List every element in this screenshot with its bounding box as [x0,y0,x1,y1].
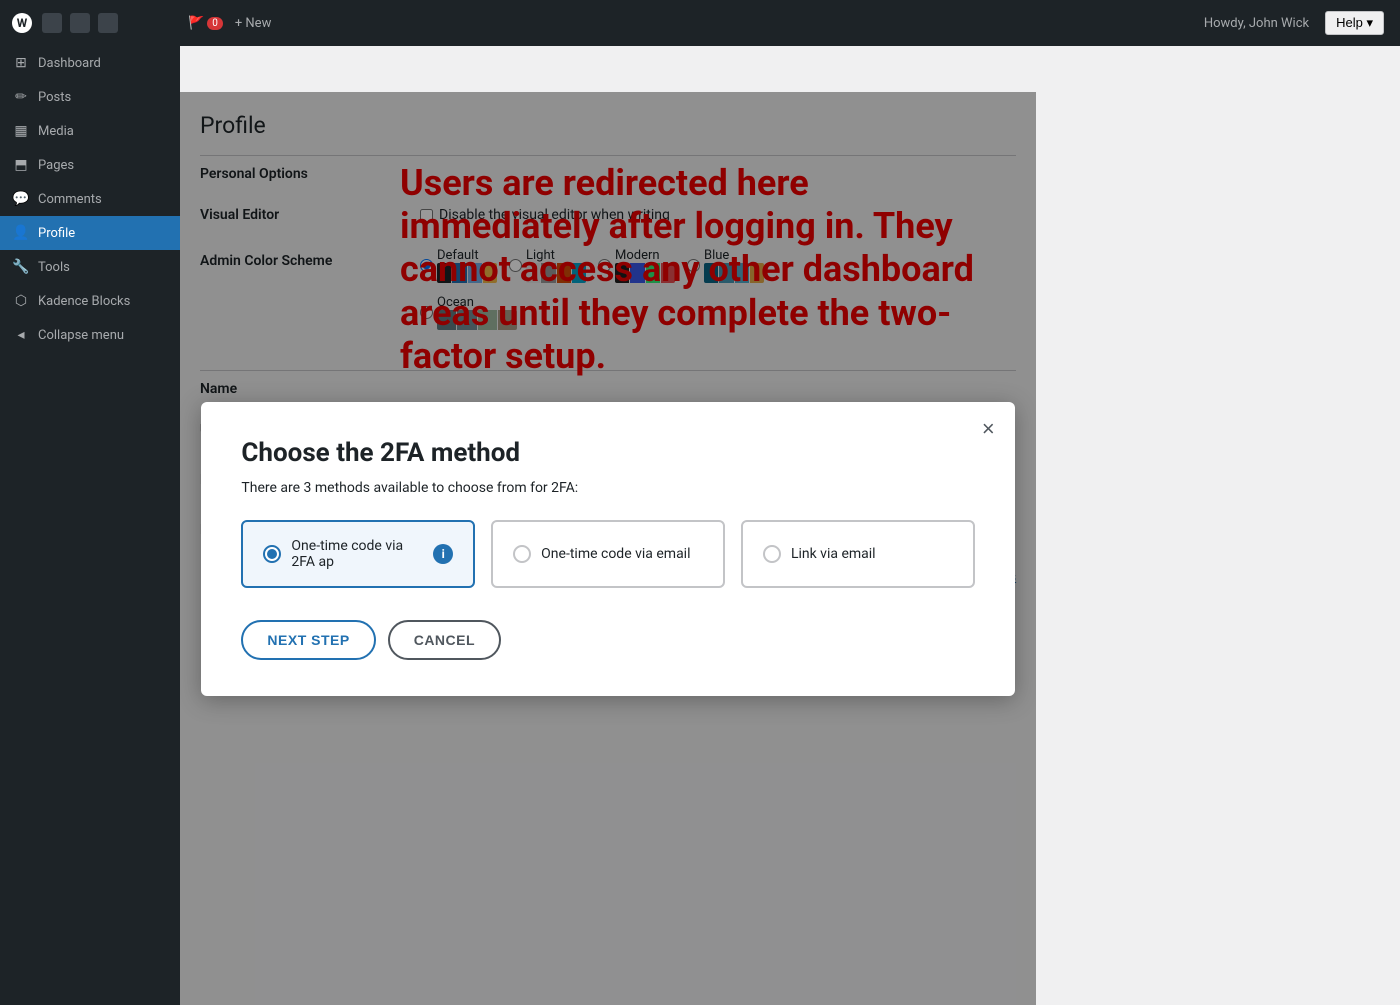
comments-icon[interactable] [98,13,118,33]
modal-close-button[interactable]: × [982,418,995,440]
home-icon[interactable] [42,13,62,33]
pages-icon: ⬒ [12,156,30,174]
sidebar-item-tools[interactable]: 🔧 Tools [0,250,180,284]
modal-title: Choose the 2FA method [241,438,974,468]
method-option-link-email[interactable]: Link via email [741,520,975,588]
method-label-email-code: One-time code via email [541,546,690,562]
admin-bar-center: 🚩 0 + New [180,16,782,31]
sidebar-item-dashboard[interactable]: ⊞ Dashboard [0,46,180,80]
sidebar-label-tools: Tools [38,260,70,275]
modal-actions: NEXT STEP CANCEL [241,620,974,660]
sidebar-label-collapse: Collapse menu [38,328,124,343]
method-option-app[interactable]: One-time code via 2FA ap i [241,520,475,588]
method-radio-email-code [513,545,531,563]
new-link[interactable]: + New [235,16,272,31]
sidebar-item-collapse[interactable]: ◂ Collapse menu [0,318,180,352]
method-label-link-email: Link via email [791,546,876,562]
posts-icon: ✏ [12,88,30,106]
media-icon: ▦ [12,122,30,140]
sidebar-item-media[interactable]: ▦ Media [0,114,180,148]
cancel-button[interactable]: CANCEL [388,620,501,660]
sidebar-label-kadence: Kadence Blocks [38,294,130,309]
method-radio-link-email [763,545,781,563]
modal-overlay: × Choose the 2FA method There are 3 meth… [180,92,1036,1005]
admin-bar: W 🚩 0 + New Howdy, John Wick Help ▾ [0,0,1400,46]
sidebar-item-posts[interactable]: ✏ Posts [0,80,180,114]
admin-bar-left: W [0,13,180,33]
sidebar-item-comments[interactable]: 💬 Comments [0,182,180,216]
sidebar-label-dashboard: Dashboard [38,56,101,71]
sidebar-item-profile[interactable]: 👤 Profile [0,216,180,250]
main-wrapper: Profile Users are redirected here immedi… [180,92,1036,1005]
updates-icon[interactable] [70,13,90,33]
notification-icon[interactable]: 🚩 0 [188,16,223,31]
admin-bar-right: Howdy, John Wick Help ▾ [782,11,1400,35]
kadence-icon: ⬡ [12,292,30,310]
tools-icon: 🔧 [12,258,30,276]
twofa-modal: × Choose the 2FA method There are 3 meth… [201,402,1014,696]
help-button[interactable]: Help ▾ [1325,11,1384,35]
notif-count: 0 [207,17,223,30]
sidebar-label-profile: Profile [38,226,75,241]
sidebar: ⊞ Dashboard ✏ Posts ▦ Media ⬒ Pages 💬 Co… [0,46,180,1005]
dashboard-icon: ⊞ [12,54,30,72]
method-radio-app [263,545,281,563]
sidebar-label-posts: Posts [38,90,71,105]
sidebar-label-comments: Comments [38,192,102,207]
sidebar-nav: ⊞ Dashboard ✏ Posts ▦ Media ⬒ Pages 💬 Co… [0,46,180,1005]
profile-icon: 👤 [12,224,30,242]
method-options: One-time code via 2FA ap i One-time code… [241,520,974,588]
method-option-email-code[interactable]: One-time code via email [491,520,725,588]
info-badge: i [433,544,453,564]
collapse-icon: ◂ [12,326,30,344]
sidebar-label-media: Media [38,124,74,139]
sidebar-label-pages: Pages [38,158,74,173]
sidebar-item-kadence[interactable]: ⬡ Kadence Blocks [0,284,180,318]
sidebar-item-pages[interactable]: ⬒ Pages [0,148,180,182]
comments-icon: 💬 [12,190,30,208]
wp-logo-icon[interactable]: W [12,13,32,33]
method-label-app: One-time code via 2FA ap [291,538,423,570]
modal-subtitle: There are 3 methods available to choose … [241,480,974,496]
next-step-button[interactable]: NEXT STEP [241,620,375,660]
user-greeting: Howdy, John Wick [1204,16,1309,31]
